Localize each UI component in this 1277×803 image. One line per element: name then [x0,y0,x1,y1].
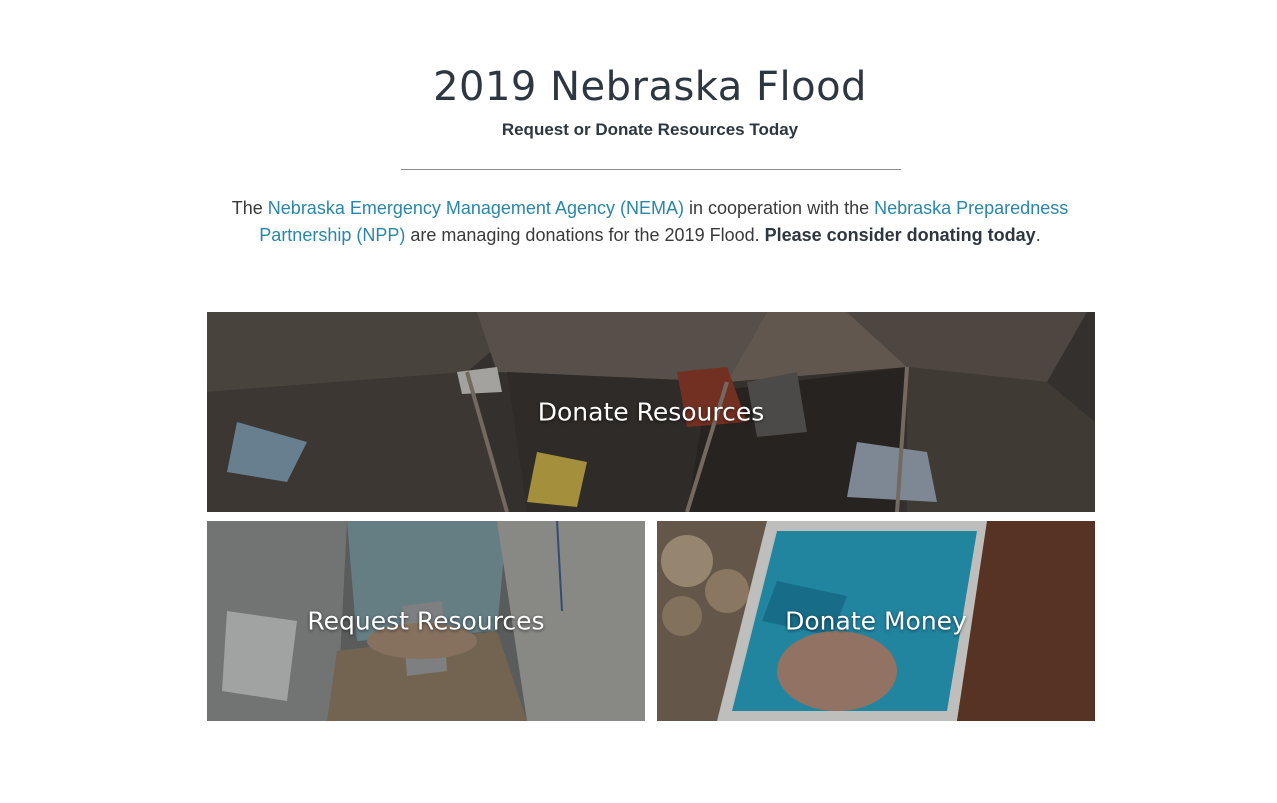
divider [401,169,901,170]
intro-text: The [231,198,268,218]
donate-money-tile[interactable]: Donate Money [657,521,1095,721]
intro-paragraph: The Nebraska Emergency Management Agency… [215,195,1085,249]
request-resources-tile[interactable]: Request Resources [207,521,645,721]
donate-resources-tile[interactable]: Donate Resources [207,312,1095,512]
nema-link[interactable]: Nebraska Emergency Management Agency (NE… [268,198,684,218]
donate-money-label: Donate Money [785,606,967,636]
page-subtitle: Request or Donate Resources Today [501,120,799,139]
page: 2019 Nebraska Flood Request or Donate Re… [0,0,1277,803]
donate-emphasis: Please consider donating today [764,225,1036,245]
page-title: 2019 Nebraska Flood [433,64,867,110]
intro-text: . [1035,225,1041,245]
donate-resources-label: Donate Resources [537,397,765,427]
request-resources-label: Request Resources [307,606,545,636]
intro-text: are managing donations for the 2019 Floo… [405,225,765,245]
intro-text: in cooperation with the [683,198,875,218]
